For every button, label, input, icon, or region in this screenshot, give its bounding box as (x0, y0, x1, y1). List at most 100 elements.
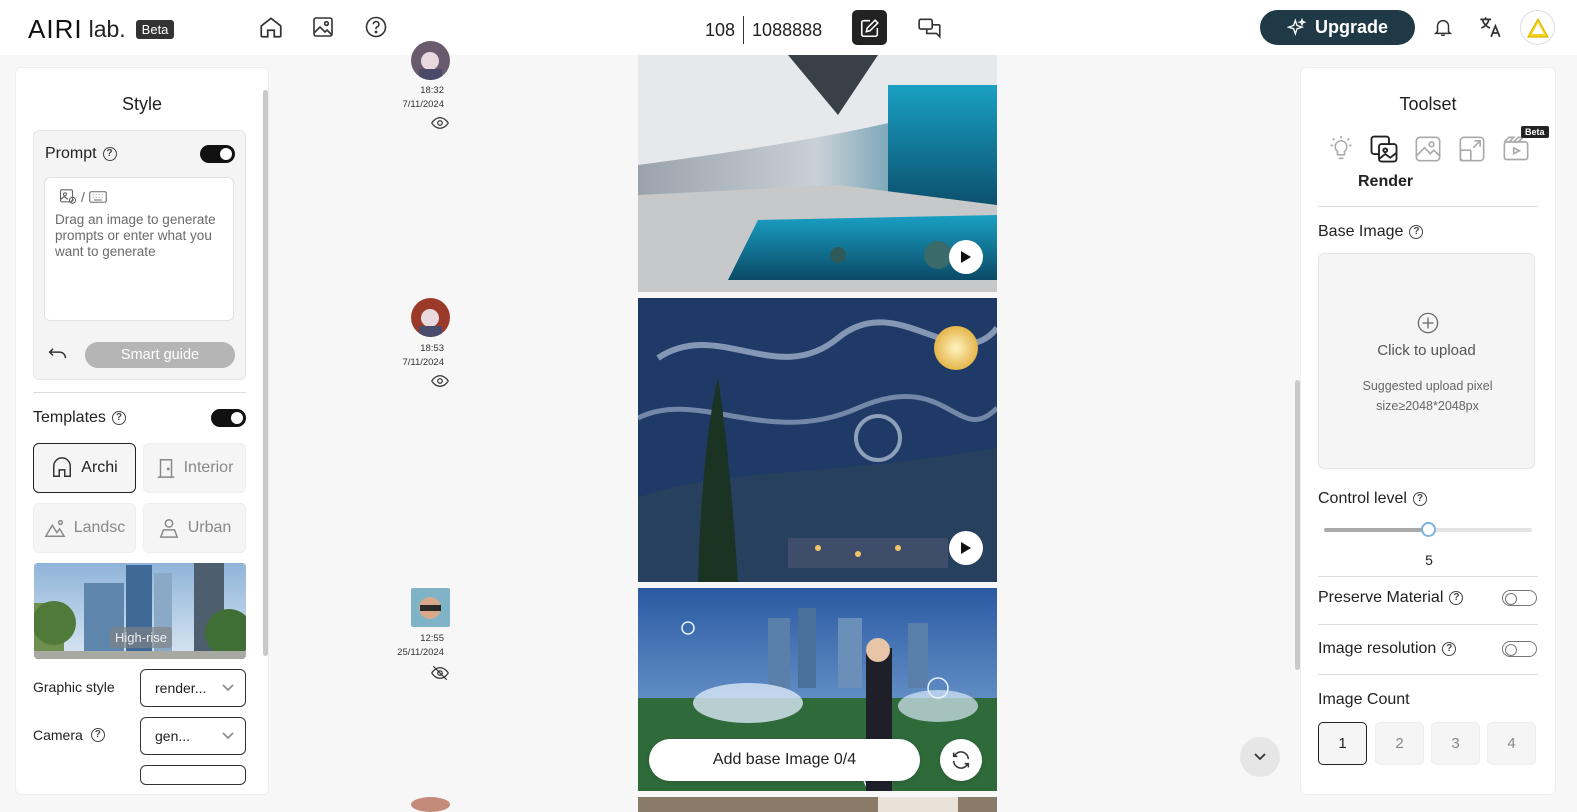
prompt-placeholder: Drag an image to generate prompts or ent… (55, 212, 216, 259)
feed-image[interactable] (638, 55, 997, 292)
beta-badge: Beta (135, 20, 175, 39)
camera-select[interactable]: gen... (140, 717, 246, 755)
upload-label: Click to upload (1377, 342, 1476, 359)
feed-timestamp: 12:55 25/11/2024 (384, 632, 444, 660)
starry-night-image (638, 298, 997, 582)
keyboard-icon[interactable] (89, 190, 107, 204)
image-count-option-4[interactable]: 4 (1487, 722, 1536, 765)
divider (1318, 206, 1538, 207)
image-resolution-help-icon[interactable]: ? (1442, 642, 1457, 656)
user-avatar[interactable] (1520, 10, 1555, 45)
credits-left: 108 (705, 19, 736, 40)
template-urban[interactable]: Urban (143, 503, 246, 553)
video-beta-badge: Beta (1521, 126, 1549, 138)
slider-thumb[interactable] (1421, 522, 1436, 537)
image-count-option-1[interactable]: 1 (1318, 722, 1367, 765)
chat-mode-button[interactable] (916, 14, 944, 42)
toolset-title: Toolset (1399, 94, 1457, 114)
edit-mode-button[interactable] (852, 10, 887, 45)
home-icon[interactable] (258, 14, 284, 40)
image-count-option-2[interactable]: 2 (1375, 722, 1424, 765)
upload-area[interactable]: Click to upload Suggested upload pixel s… (1318, 253, 1535, 469)
prompt-icon-separator: / (81, 188, 85, 205)
smart-guide-button[interactable]: Smart guide (85, 342, 235, 368)
graphic-style-label: Graphic style (33, 679, 115, 695)
template-archi[interactable]: Archi (33, 443, 136, 493)
graphic-style-value: render... (155, 680, 207, 696)
control-level-help-icon[interactable]: ? (1412, 492, 1427, 506)
refresh-button[interactable] (940, 739, 982, 781)
image-icon[interactable] (1413, 134, 1443, 164)
play-button[interactable] (949, 240, 983, 274)
eye-off-icon[interactable] (431, 665, 449, 686)
prompt-section: Prompt ? / Drag an image to generate pro… (33, 130, 246, 380)
landscape-icon (44, 519, 66, 537)
camera-label-row: Camera ? (33, 727, 105, 743)
image-count-option-3[interactable]: 3 (1431, 722, 1480, 765)
templates-label: Templates (33, 409, 106, 426)
feed-timestamp: 18:53 7/11/2024 (384, 342, 444, 370)
feed-date: 7/11/2024 (402, 99, 444, 110)
feed-timestamp: 18:32 7/11/2024 (384, 84, 444, 112)
graphic-style-select[interactable]: render... (140, 669, 246, 707)
feed-time: 18:53 (420, 343, 444, 354)
credits-divider (743, 16, 745, 44)
upload-hint: Suggested upload pixel size≥2048*2048px (1362, 379, 1493, 413)
bell-icon[interactable] (1430, 14, 1456, 40)
chevron-down-icon (222, 732, 234, 740)
translate-icon[interactable] (1477, 14, 1503, 40)
camera-help-icon[interactable]: ? (90, 728, 105, 742)
undo-icon[interactable] (48, 345, 68, 366)
play-button[interactable] (949, 531, 983, 565)
prompt-textarea[interactable]: / Drag an image to generate prompts or e… (44, 177, 234, 321)
eye-icon[interactable] (431, 116, 449, 135)
template-interior[interactable]: Interior (143, 443, 246, 493)
templates-toggle[interactable] (211, 409, 246, 427)
credits-display: 108 1088888 (705, 16, 822, 44)
template-preview-image[interactable]: High-rise (34, 563, 246, 659)
base-image-help-icon[interactable]: ? (1409, 225, 1424, 239)
scroll-down-button[interactable] (1240, 737, 1280, 777)
control-level-value: 5 (1425, 552, 1433, 568)
divider (33, 392, 246, 393)
control-level-slider[interactable] (1324, 522, 1532, 537)
video-icon[interactable] (1501, 134, 1531, 164)
image-resolution-toggle[interactable] (1502, 641, 1537, 657)
templates-help-icon[interactable]: ? (111, 411, 126, 425)
template-landscape[interactable]: Landsc (33, 503, 136, 553)
feed-avatar[interactable] (411, 41, 450, 80)
add-base-image-button[interactable]: Add base Image 0/4 (649, 739, 920, 781)
preserve-material-help-icon[interactable]: ? (1449, 591, 1464, 605)
prompt-help-icon[interactable]: ? (102, 147, 117, 161)
plus-circle-icon (1417, 312, 1439, 339)
feed-image[interactable] (638, 298, 997, 582)
camera-value: gen... (155, 728, 191, 744)
left-panel-scrollbar[interactable] (263, 90, 268, 656)
lightbulb-icon[interactable] (1326, 134, 1356, 164)
expand-icon[interactable] (1457, 134, 1487, 164)
prompt-toggle[interactable] (200, 145, 235, 163)
render-icon[interactable] (1369, 134, 1399, 164)
feed-avatar[interactable] (411, 298, 450, 337)
feed-time: 18:32 (420, 85, 444, 96)
preserve-material-toggle[interactable] (1502, 590, 1537, 606)
gallery-icon[interactable] (310, 14, 336, 40)
prompt-label: Prompt (45, 145, 97, 162)
preserve-material-row: Preserve Material ? (1318, 589, 1464, 607)
aquarium-render-image (638, 55, 997, 292)
help-icon[interactable] (363, 14, 389, 40)
prompt-label-row: Prompt ? (45, 145, 117, 163)
refresh-icon (952, 751, 970, 769)
template-image-label: High-rise (110, 627, 173, 648)
logo[interactable]: AIRI lab. Beta (28, 14, 175, 45)
control-level-label-row: Control level ? (1318, 490, 1427, 508)
feed-avatar[interactable] (411, 588, 450, 627)
upgrade-button[interactable]: Upgrade (1260, 10, 1415, 45)
feed-avatar[interactable] (411, 797, 450, 812)
image-prompt-icon[interactable] (59, 188, 77, 205)
eye-icon[interactable] (431, 374, 449, 393)
next-select-partial[interactable] (140, 765, 246, 785)
feed-date: 25/11/2024 (397, 647, 444, 658)
feed-image[interactable] (638, 797, 997, 812)
chevron-down-icon (1254, 753, 1266, 761)
